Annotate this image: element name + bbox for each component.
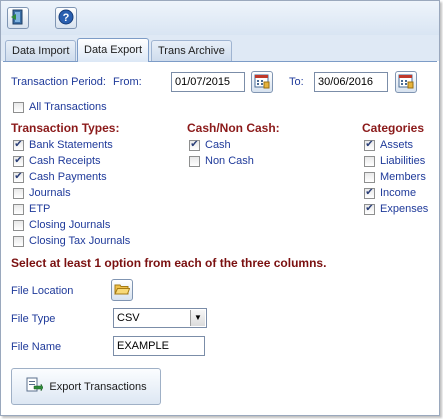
journals-checkbox[interactable]: Journals bbox=[13, 186, 71, 200]
checkbox-label: Closing Journals bbox=[29, 219, 111, 231]
etp-checkbox[interactable]: ETP bbox=[13, 202, 50, 216]
checkbox-box: ✔ bbox=[189, 139, 200, 151]
categories-heading: Categories bbox=[362, 121, 425, 135]
file-type-label: File Type bbox=[11, 313, 56, 325]
checkbox-label: Cash Payments bbox=[29, 171, 107, 183]
cash-noncash-heading: Cash/Non Cash: bbox=[187, 121, 280, 135]
browse-folder-button[interactable] bbox=[111, 279, 133, 301]
export-transactions-button[interactable]: Export Transactions bbox=[11, 368, 161, 405]
all-transactions-checkbox[interactable]: All Transactions bbox=[13, 100, 107, 114]
help-icon: ? bbox=[58, 9, 74, 28]
svg-text:?: ? bbox=[63, 12, 70, 24]
checkbox-label: Assets bbox=[380, 139, 414, 151]
file-type-value: CSV bbox=[117, 312, 140, 324]
checkbox-label: Income bbox=[380, 187, 417, 199]
file-location-label: File Location bbox=[11, 285, 74, 297]
checkbox-box: ✔ bbox=[13, 171, 24, 183]
file-name-field[interactable] bbox=[113, 336, 205, 356]
export-button-label: Export Transactions bbox=[49, 380, 147, 393]
income-checkbox[interactable]: ✔ Income bbox=[364, 186, 416, 200]
checkbox-box bbox=[13, 203, 24, 215]
members-checkbox[interactable]: Members bbox=[364, 170, 426, 184]
closing-journals-checkbox[interactable]: Closing Journals bbox=[13, 218, 110, 232]
assets-checkbox[interactable]: ✔ Assets bbox=[364, 138, 413, 152]
checkbox-label: Non Cash bbox=[205, 155, 254, 167]
export-window: ? Data Import Data Export Trans Archive … bbox=[0, 0, 440, 416]
checkbox-label: Journals bbox=[29, 187, 71, 199]
checkbox-label: Members bbox=[380, 171, 426, 183]
from-date-field[interactable] bbox=[171, 72, 245, 92]
checkbox-box bbox=[13, 219, 24, 231]
checkbox-label: Liabilities bbox=[380, 155, 426, 167]
tab-data-import[interactable]: Data Import bbox=[5, 40, 77, 62]
calendar-icon bbox=[398, 73, 414, 92]
expenses-checkbox[interactable]: ✔ Expenses bbox=[364, 202, 428, 216]
checkbox-box: ✔ bbox=[364, 139, 375, 151]
checkbox-box: ✔ bbox=[364, 203, 375, 215]
exit-icon bbox=[10, 9, 26, 28]
checkbox-box bbox=[189, 155, 200, 167]
tab-data-export[interactable]: Data Export bbox=[77, 38, 150, 62]
cash-payments-checkbox[interactable]: ✔ Cash Payments bbox=[13, 170, 107, 184]
transaction-period-label: Transaction Period: bbox=[11, 76, 106, 88]
checkbox-label: Cash bbox=[205, 139, 231, 151]
bank-statements-checkbox[interactable]: ✔ Bank Statements bbox=[13, 138, 113, 152]
checkbox-box: ✔ bbox=[364, 187, 375, 199]
checkbox-box bbox=[364, 171, 375, 183]
tab-trans-archive[interactable]: Trans Archive bbox=[151, 40, 232, 62]
from-calendar-button[interactable] bbox=[251, 71, 273, 93]
file-type-select[interactable]: CSV ▼ bbox=[113, 308, 207, 328]
to-label: To: bbox=[289, 76, 304, 88]
export-icon bbox=[25, 377, 44, 396]
calendar-icon bbox=[254, 73, 270, 92]
to-calendar-button[interactable] bbox=[395, 71, 417, 93]
checkbox-box bbox=[13, 235, 24, 247]
cash-checkbox[interactable]: ✔ Cash bbox=[189, 138, 231, 152]
checkbox-box: ✔ bbox=[13, 139, 24, 151]
checkbox-label: Bank Statements bbox=[29, 139, 113, 151]
transaction-types-heading: Transaction Types: bbox=[11, 121, 120, 135]
data-export-panel: Transaction Period: From: To: bbox=[3, 61, 437, 414]
checkbox-box bbox=[13, 101, 24, 113]
from-label: From: bbox=[113, 76, 142, 88]
file-name-label: File Name bbox=[11, 341, 62, 353]
folder-icon bbox=[114, 281, 131, 300]
checkbox-label: Expenses bbox=[380, 203, 429, 215]
checkbox-box: ✔ bbox=[13, 155, 24, 167]
liabilities-checkbox[interactable]: Liabilities bbox=[364, 154, 425, 168]
checkbox-label: All Transactions bbox=[29, 101, 107, 113]
checkbox-box bbox=[13, 187, 24, 199]
exit-button[interactable] bbox=[7, 7, 29, 29]
to-date-field[interactable] bbox=[314, 72, 388, 92]
non-cash-checkbox[interactable]: Non Cash bbox=[189, 154, 254, 168]
instruction-text: Select at least 1 option from each of th… bbox=[11, 256, 327, 270]
help-button[interactable]: ? bbox=[55, 7, 77, 29]
checkbox-label: Cash Receipts bbox=[29, 155, 101, 167]
toolbar: ? bbox=[1, 1, 439, 35]
closing-tax-journals-checkbox[interactable]: Closing Tax Journals bbox=[13, 234, 130, 248]
checkbox-label: Closing Tax Journals bbox=[29, 235, 131, 247]
checkbox-box bbox=[364, 155, 375, 167]
chevron-down-icon[interactable]: ▼ bbox=[190, 310, 205, 326]
checkbox-label: ETP bbox=[29, 203, 51, 215]
cash-receipts-checkbox[interactable]: ✔ Cash Receipts bbox=[13, 154, 101, 168]
